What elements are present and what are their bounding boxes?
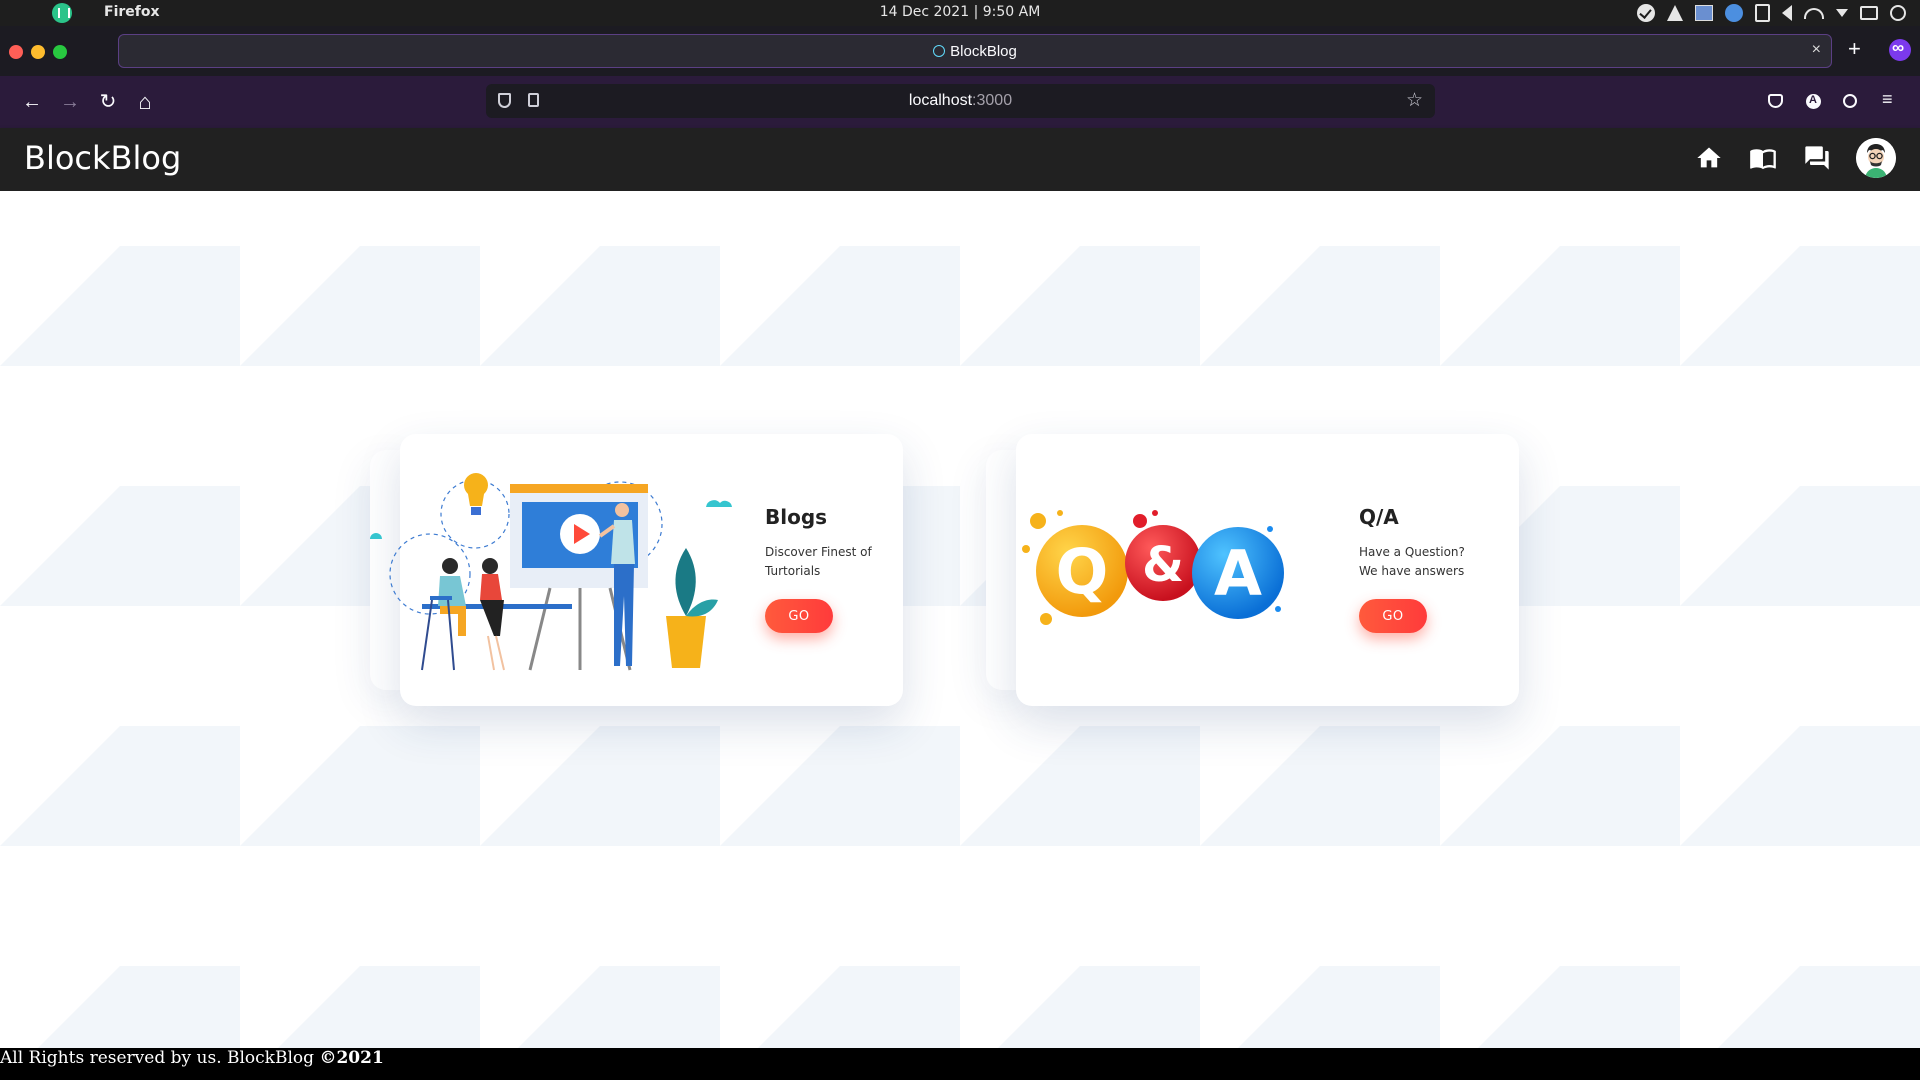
brand-title[interactable]: BlockBlog [24, 139, 181, 177]
image-icon[interactable] [1695, 5, 1713, 21]
tab-close-icon[interactable]: × [1812, 41, 1821, 59]
presentation-meeting-illustration [370, 473, 732, 671]
url-host: localhost [908, 92, 973, 109]
card-description: Discover Finest of Turtorials [765, 545, 872, 578]
dropdown-arrow-icon[interactable] [1836, 9, 1848, 17]
qa-card: Q & A Q/A Have a Question? We have answe… [986, 434, 1519, 706]
back-button[interactable]: ← [20, 90, 44, 114]
footer: All Rights reserved by us. BlockBlog ©20… [0, 1048, 1920, 1080]
vlc-cone-icon[interactable] [1667, 5, 1683, 21]
power-icon[interactable] [1890, 5, 1906, 21]
os-top-bar: Firefox 14 Dec 2021 | 9:50 AM [0, 0, 1920, 26]
book-icon[interactable] [1749, 144, 1777, 172]
check-circle-icon[interactable] [1637, 4, 1655, 22]
background-pattern [0, 191, 1920, 1048]
extension-mask-icon[interactable] [1889, 38, 1911, 61]
q-and-a-bubbles-illustration: Q & A [1022, 510, 1284, 625]
system-tray [1637, 3, 1906, 23]
card-description: Have a Question? We have answers [1359, 545, 1465, 578]
window-close-button[interactable] [9, 45, 23, 59]
blogs-card-body: Blogs Discover Finest of Turtorials GO [370, 434, 903, 706]
footer-rights: All Rights reserved by us. BlockBlog [0, 1048, 320, 1068]
forward-button[interactable]: → [58, 90, 82, 114]
translate-globe-icon[interactable] [1843, 94, 1857, 108]
new-tab-button[interactable]: + [1848, 36, 1861, 62]
avatar[interactable] [1856, 138, 1896, 178]
footer-text: All Rights reserved by us. BlockBlog ©20… [0, 1048, 384, 1068]
system-clock[interactable]: 14 Dec 2021 | 9:50 AM [0, 4, 1920, 20]
card-title: Q/A [1359, 505, 1399, 529]
browser-tab-active[interactable]: BlockBlog × [118, 34, 1832, 68]
footer-copyright: ©2021 [319, 1048, 384, 1068]
qa-card-body: Q & A Q/A Have a Question? We have answe… [1016, 434, 1519, 706]
reload-button[interactable]: ↻ [96, 90, 120, 114]
account-icon[interactable] [1806, 94, 1821, 109]
url-port: :3000 [972, 92, 1013, 109]
clipboard-icon[interactable] [1755, 4, 1770, 22]
volume-icon[interactable] [1782, 5, 1792, 21]
react-favicon-icon [933, 45, 946, 57]
wifi-icon[interactable] [1804, 7, 1824, 19]
blogs-go-button[interactable]: GO [765, 599, 833, 633]
a-letter: A [1214, 537, 1262, 610]
hamburger-menu-icon[interactable]: ≡ [1882, 89, 1898, 109]
card-back-plate [986, 450, 1016, 690]
card-title: Blogs [765, 505, 828, 529]
app-header: BlockBlog [0, 128, 1920, 191]
q-letter: Q [1056, 535, 1109, 608]
home-button[interactable]: ⌂ [133, 90, 157, 114]
forum-icon[interactable] [1803, 144, 1831, 172]
globe-icon[interactable] [1725, 4, 1743, 22]
bookmark-star-icon[interactable]: ☆ [1406, 89, 1423, 112]
amp-letter: & [1142, 537, 1184, 593]
home-icon[interactable] [1695, 144, 1723, 172]
qa-go-button[interactable]: GO [1359, 599, 1427, 633]
window-maximize-button[interactable] [53, 45, 67, 59]
blogs-card: Blogs Discover Finest of Turtorials GO [370, 434, 903, 706]
geometric-pattern [0, 246, 1920, 1048]
keyboard-icon[interactable] [1860, 6, 1878, 20]
url-bar[interactable]: localhost:3000 ☆ [486, 84, 1435, 118]
tab-title: BlockBlog [950, 43, 1017, 60]
window-minimize-button[interactable] [31, 45, 45, 59]
url-text[interactable]: localhost:3000 [486, 92, 1435, 110]
